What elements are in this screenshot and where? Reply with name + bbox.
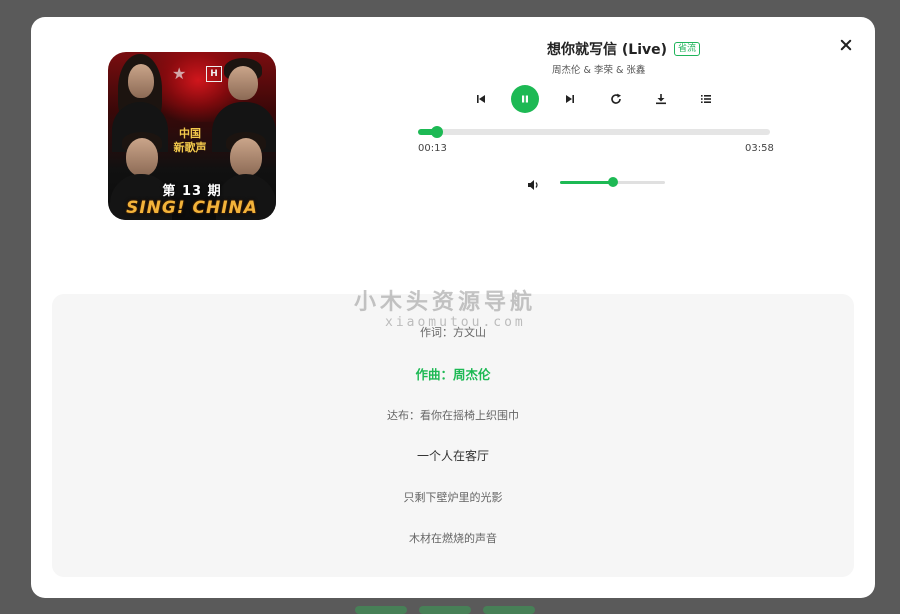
playback-controls — [471, 85, 716, 113]
volume-handle[interactable] — [607, 177, 618, 187]
title-row: 想你就写信 (Live) 省流 — [547, 39, 701, 59]
progress-bar[interactable] — [418, 126, 770, 138]
show-logo-text: SING! CHINA — [126, 198, 258, 218]
song-title: 想你就写信 (Live) — [547, 42, 668, 58]
star-icon: ★ — [172, 64, 187, 83]
watermark-title: 小木头资源导航 — [354, 290, 537, 315]
quality-badge[interactable]: 省流 — [674, 42, 701, 56]
previous-icon[interactable] — [471, 85, 491, 113]
volume-icon[interactable] — [527, 176, 540, 195]
repeat-icon[interactable] — [606, 85, 626, 113]
total-duration: 03:58 — [745, 143, 774, 154]
album-cover: ★ H 中国 新歌声 第 13 期 SING! CHINA — [108, 52, 276, 220]
channel-logo: H — [206, 66, 222, 82]
lyric-line: 作曲：周杰伦 — [415, 367, 491, 382]
lyric-line: 木材在燃烧的声音 — [409, 532, 497, 545]
background-hint — [355, 606, 535, 614]
volume-slider[interactable] — [560, 177, 665, 187]
close-icon[interactable] — [837, 36, 855, 54]
playlist-icon[interactable] — [696, 85, 716, 113]
volume-fill — [560, 181, 613, 184]
elapsed-time: 00:13 — [418, 143, 447, 154]
show-badge: 中国 新歌声 — [173, 127, 207, 154]
lyric-line: 只剩下壁炉里的光影 — [403, 491, 503, 504]
player-modal: ★ H 中国 新歌声 第 13 期 SING! CHINA 想你就写信 (Liv… — [31, 17, 875, 598]
lyric-line: 一个人在客厅 — [416, 449, 489, 463]
lyric-line: 达布：看你在摇椅上织围巾 — [387, 409, 519, 422]
episode-label: 第 13 期 — [162, 184, 222, 199]
artist-names: 周杰伦 & 李荣 & 张鑫 — [552, 65, 646, 76]
next-icon[interactable] — [560, 85, 580, 113]
lyrics-panel: 作词：方文山 作曲：周杰伦 达布：看你在摇椅上织围巾 一个人在客厅 只剩下壁炉里… — [52, 294, 854, 577]
progress-handle[interactable] — [431, 126, 444, 138]
pause-icon — [522, 95, 528, 103]
watermark-url: xiaomutou.com — [385, 315, 526, 330]
download-icon[interactable] — [651, 85, 671, 113]
pause-button[interactable] — [511, 85, 539, 113]
